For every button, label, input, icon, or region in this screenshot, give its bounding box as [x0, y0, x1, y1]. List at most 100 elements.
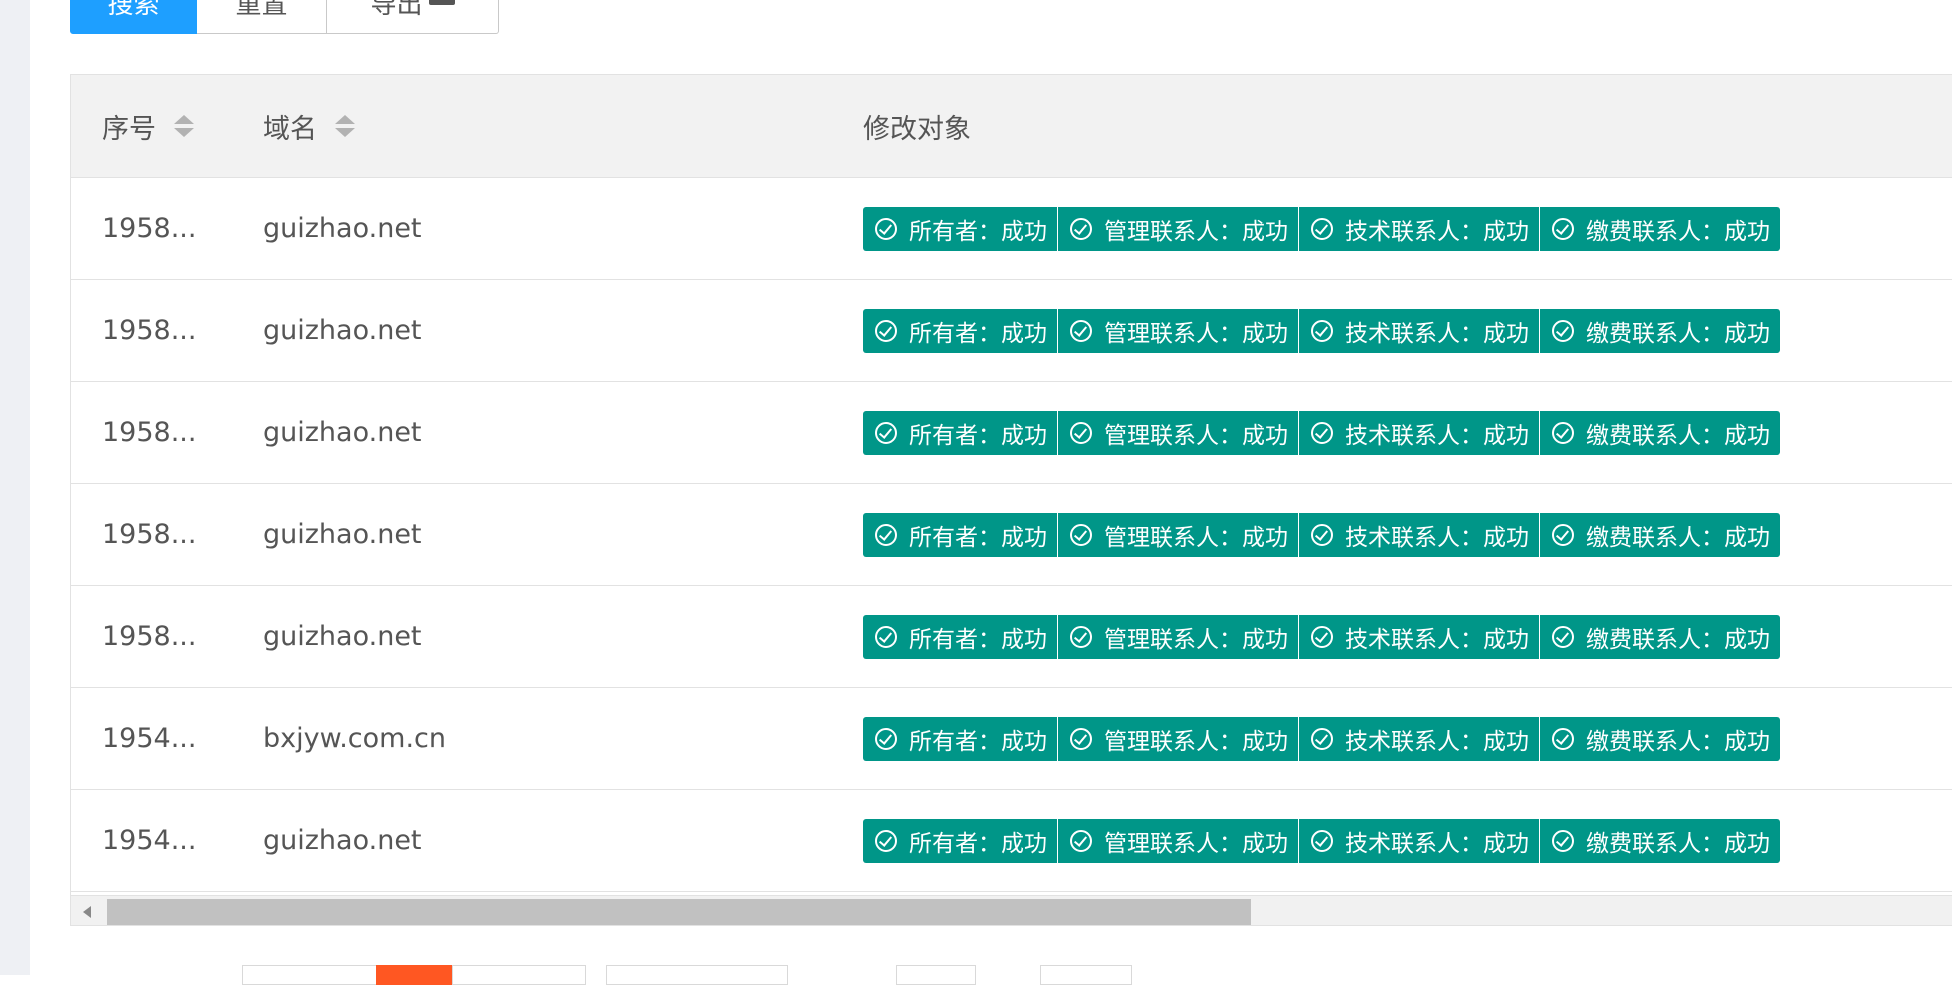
search-button[interactable]: 搜索: [70, 0, 197, 34]
status-badge-label: 缴费联系人：成功: [1586, 728, 1770, 755]
records-table: 序号 域名 修改对象 1958... guizhao.net 所有者：成功 管理联系人…: [70, 74, 1952, 926]
row-domain: guizhao.net: [263, 519, 422, 550]
status-badge: 缴费联系人：成功: [1540, 818, 1780, 863]
status-badge-label: 技术联系人：成功: [1345, 218, 1529, 245]
status-badge: 管理联系人：成功: [1058, 818, 1298, 863]
status-badge-label: 所有者：成功: [909, 218, 1047, 245]
check-circle-icon: [1552, 727, 1574, 750]
reset-button-label: 重置: [235, 0, 288, 20]
check-circle-icon: [875, 421, 897, 444]
row-modified-objects: 所有者：成功 管理联系人：成功 技术联系人：成功 缴费联系人：成功: [863, 382, 1780, 483]
status-badge: 缴费联系人：成功: [1540, 512, 1780, 557]
check-circle-icon: [1552, 319, 1574, 342]
status-badge-label: 技术联系人：成功: [1345, 524, 1529, 551]
status-badge: 管理联系人：成功: [1058, 206, 1298, 251]
status-badge: 缴费联系人：成功: [1540, 614, 1780, 659]
status-badge-label: 技术联系人：成功: [1345, 320, 1529, 347]
page-jump-button[interactable]: [1040, 965, 1132, 985]
row-id: 1958...: [102, 417, 197, 448]
page-size-select[interactable]: [606, 965, 788, 985]
status-badge: 所有者：成功: [863, 206, 1057, 251]
table-row[interactable]: 1958... guizhao.net 所有者：成功 管理联系人：成功 技术联系人：成功…: [71, 484, 1952, 586]
check-circle-icon: [1552, 421, 1574, 444]
row-id: 1958...: [102, 315, 197, 346]
status-badge: 缴费联系人：成功: [1540, 410, 1780, 455]
status-badge: 技术联系人：成功: [1299, 818, 1539, 863]
column-header-domain[interactable]: 域名: [263, 75, 355, 177]
status-badge: 管理联系人：成功: [1058, 410, 1298, 455]
status-badge-label: 技术联系人：成功: [1345, 626, 1529, 653]
row-domain: bxjyw.com.cn: [263, 723, 446, 754]
pagination-prev[interactable]: [242, 965, 378, 985]
table-row[interactable]: 1954... guizhao.net 所有者：成功 管理联系人：成功 技术联系人：成功…: [71, 790, 1952, 892]
page-jump-input[interactable]: [896, 965, 976, 985]
table-row[interactable]: 1954... bxjyw.com.cn 所有者：成功 管理联系人：成功 技术联系人：成…: [71, 688, 1952, 790]
row-domain: guizhao.net: [263, 621, 422, 652]
check-circle-icon: [875, 217, 897, 240]
check-circle-icon: [1070, 421, 1092, 444]
status-badge-label: 缴费联系人：成功: [1586, 524, 1770, 551]
check-circle-icon: [875, 319, 897, 342]
export-button[interactable]: 导出: [327, 0, 499, 34]
status-badge-label: 缴费联系人：成功: [1586, 830, 1770, 857]
check-circle-icon: [1070, 523, 1092, 546]
table-row[interactable]: 1958... guizhao.net 所有者：成功 管理联系人：成功 技术联系人：成功…: [71, 586, 1952, 688]
row-modified-objects: 所有者：成功 管理联系人：成功 技术联系人：成功 缴费联系人：成功: [863, 790, 1780, 891]
toolbar: 搜索 重置 导出: [70, 0, 499, 34]
status-badge-label: 所有者：成功: [909, 626, 1047, 653]
table-body: 1958... guizhao.net 所有者：成功 管理联系人：成功 技术联系人：成功…: [71, 178, 1952, 892]
folder-icon: [428, 0, 455, 5]
check-circle-icon: [1070, 217, 1092, 240]
status-badge-label: 所有者：成功: [909, 320, 1047, 347]
sort-icon[interactable]: [174, 115, 194, 137]
table-row[interactable]: 1958... guizhao.net 所有者：成功 管理联系人：成功 技术联系人：成功…: [71, 178, 1952, 280]
table-row[interactable]: 1958... guizhao.net 所有者：成功 管理联系人：成功 技术联系人：成功…: [71, 382, 1952, 484]
scroll-left-icon[interactable]: [83, 906, 91, 918]
status-badge-label: 管理联系人：成功: [1104, 422, 1288, 449]
row-id: 1958...: [102, 213, 197, 244]
check-circle-icon: [1311, 829, 1333, 852]
status-badge-label: 缴费联系人：成功: [1586, 626, 1770, 653]
scrollbar-thumb[interactable]: [107, 899, 1251, 925]
status-badge: 技术联系人：成功: [1299, 716, 1539, 761]
check-circle-icon: [1070, 319, 1092, 342]
check-circle-icon: [1311, 217, 1333, 240]
status-badge-label: 技术联系人：成功: [1345, 728, 1529, 755]
check-circle-icon: [1311, 319, 1333, 342]
row-modified-objects: 所有者：成功 管理联系人：成功 技术联系人：成功 缴费联系人：成功: [863, 586, 1780, 687]
check-circle-icon: [1552, 217, 1574, 240]
sort-icon[interactable]: [335, 115, 355, 137]
table-row[interactable]: 1958... guizhao.net 所有者：成功 管理联系人：成功 技术联系人：成功…: [71, 280, 1952, 382]
row-domain: guizhao.net: [263, 417, 422, 448]
table-header: 序号 域名 修改对象: [71, 75, 1952, 178]
check-circle-icon: [1070, 829, 1092, 852]
row-modified-objects: 所有者：成功 管理联系人：成功 技术联系人：成功 缴费联系人：成功: [863, 178, 1780, 279]
row-id: 1958...: [102, 519, 197, 550]
status-badge: 缴费联系人：成功: [1540, 206, 1780, 251]
column-header-modified-object: 修改对象: [863, 75, 971, 177]
status-badge: 所有者：成功: [863, 410, 1057, 455]
pagination-next[interactable]: [452, 965, 586, 985]
row-modified-objects: 所有者：成功 管理联系人：成功 技术联系人：成功 缴费联系人：成功: [863, 280, 1780, 381]
status-badge: 技术联系人：成功: [1299, 614, 1539, 659]
check-circle-icon: [1311, 727, 1333, 750]
status-badge-label: 所有者：成功: [909, 728, 1047, 755]
reset-button[interactable]: 重置: [197, 0, 327, 34]
status-badge-label: 技术联系人：成功: [1345, 422, 1529, 449]
status-badge: 所有者：成功: [863, 818, 1057, 863]
status-badge: 所有者：成功: [863, 716, 1057, 761]
left-sidebar-strip: [0, 0, 30, 975]
check-circle-icon: [875, 829, 897, 852]
status-badge-label: 管理联系人：成功: [1104, 626, 1288, 653]
status-badge-label: 管理联系人：成功: [1104, 218, 1288, 245]
row-id: 1954...: [102, 825, 197, 856]
status-badge-label: 技术联系人：成功: [1345, 830, 1529, 857]
horizontal-scrollbar[interactable]: [71, 895, 1952, 925]
check-circle-icon: [875, 727, 897, 750]
status-badge: 技术联系人：成功: [1299, 512, 1539, 557]
pagination-current-page[interactable]: [376, 965, 454, 985]
column-header-id[interactable]: 序号: [102, 75, 194, 177]
status-badge: 所有者：成功: [863, 614, 1057, 659]
status-badge: 技术联系人：成功: [1299, 410, 1539, 455]
status-badge: 管理联系人：成功: [1058, 614, 1298, 659]
